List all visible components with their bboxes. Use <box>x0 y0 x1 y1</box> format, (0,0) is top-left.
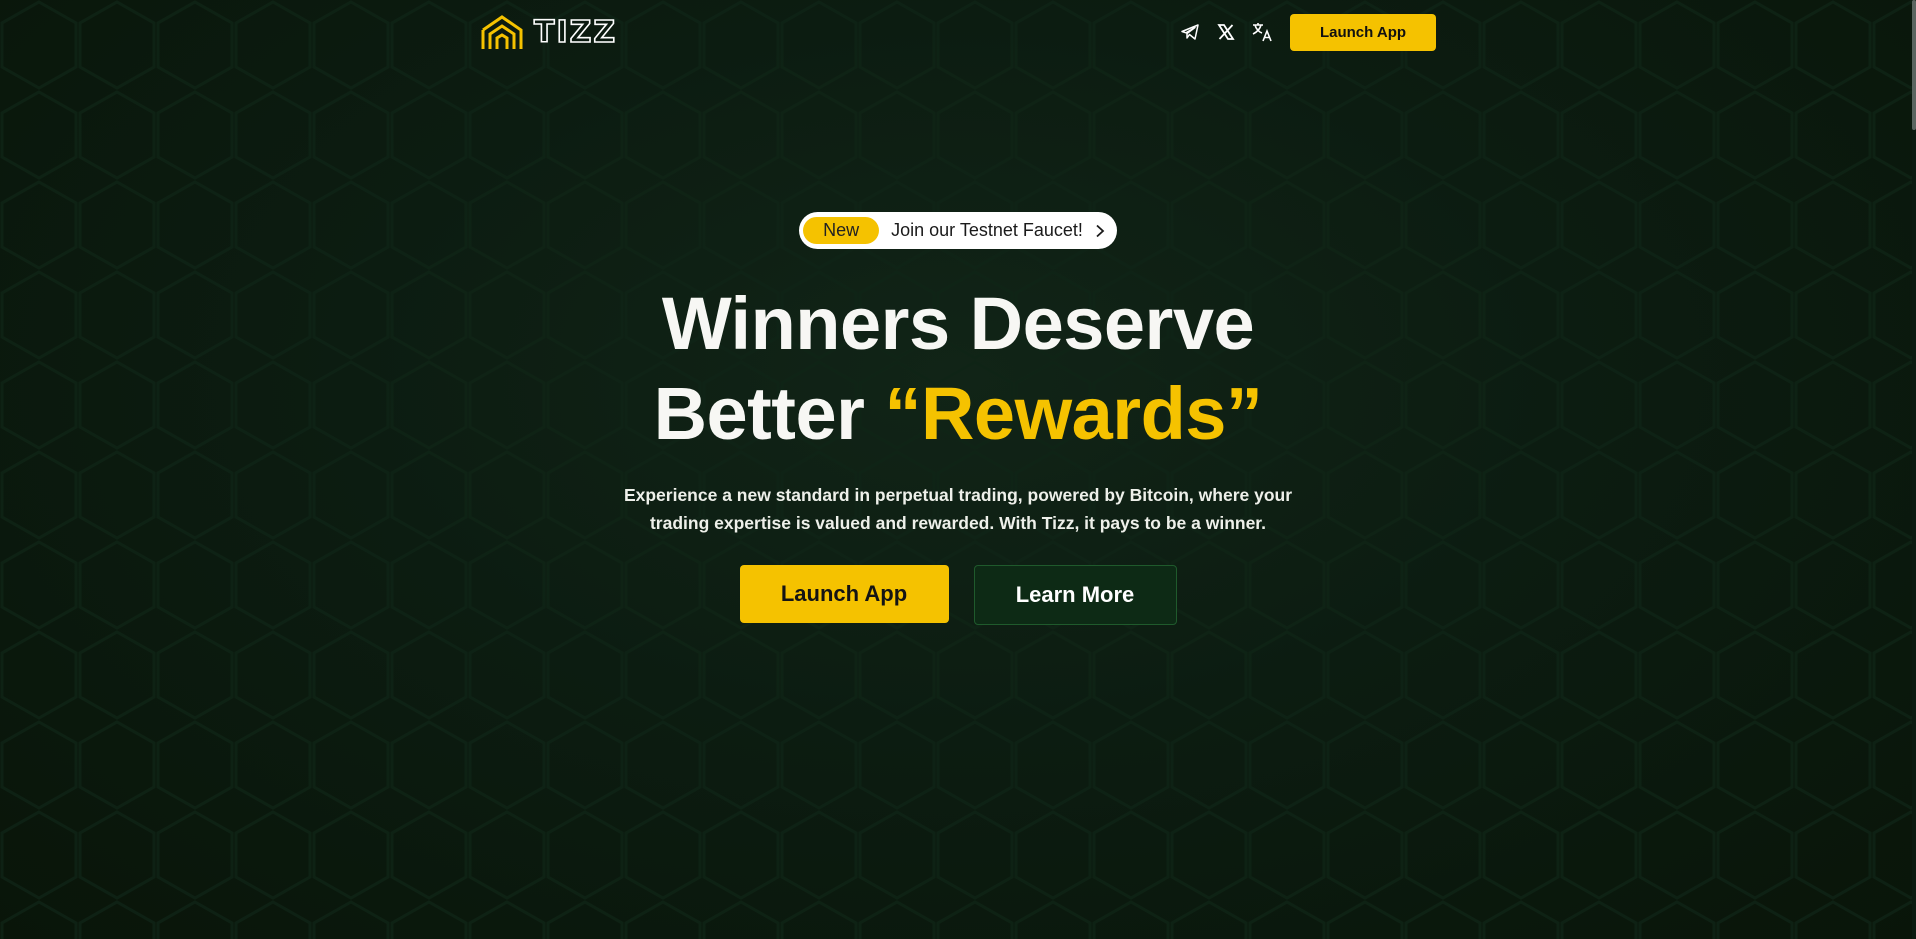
headline-line-2-prefix: Better <box>653 372 865 455</box>
chevron-right-icon <box>1096 224 1105 237</box>
learn-more-button[interactable]: Learn More <box>973 565 1177 625</box>
headline-line-1: Winners Deserve <box>661 282 1255 365</box>
faucet-banner-text: Join our Testnet Faucet! <box>891 220 1083 240</box>
telegram-icon[interactable] <box>1172 14 1208 50</box>
translate-icon[interactable] <box>1244 14 1280 50</box>
hero-section: New Join our Testnet Faucet! Winners Des… <box>0 212 1916 625</box>
header-launch-app-button[interactable]: Launch App <box>1290 13 1436 51</box>
tizz-hex-logo-icon <box>481 15 523 49</box>
hero-subtext: Experience a new standard in perpetual t… <box>623 485 1293 533</box>
top-navigation: TIZZ Launch App <box>480 12 1436 52</box>
landing-page: TIZZ Launch App New Join our Testnet Fau… <box>0 0 1916 939</box>
header-actions: Launch App <box>1172 13 1436 51</box>
hero-launch-app-button[interactable]: Launch App <box>739 565 949 623</box>
brand-name: TIZZ <box>533 14 618 51</box>
new-badge: New <box>803 217 880 244</box>
hero-cta-group: Launch App Learn More <box>739 565 1177 625</box>
brand[interactable]: TIZZ <box>480 13 617 51</box>
headline-accent-rewards: “Rewards” <box>884 372 1263 455</box>
scrollbar-thumb[interactable] <box>1912 0 1916 130</box>
x-twitter-icon[interactable] <box>1208 14 1244 50</box>
hero-headline: Winners Deserve Better “Rewards” <box>654 279 1263 459</box>
testnet-faucet-banner[interactable]: New Join our Testnet Faucet! <box>799 212 1117 249</box>
